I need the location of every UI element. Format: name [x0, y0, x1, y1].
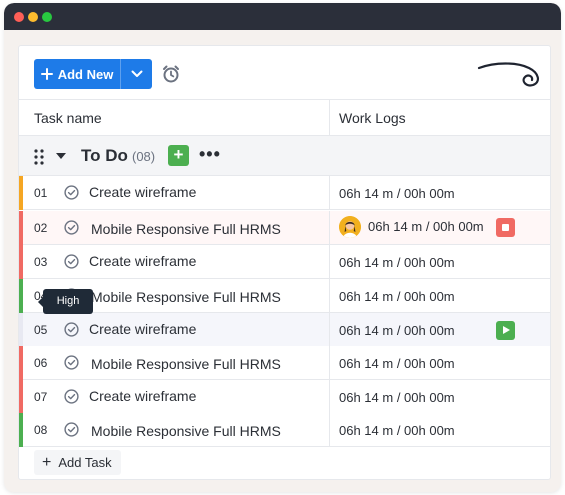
- minimize-window-button[interactable]: [28, 12, 38, 22]
- priority-indicator[interactable]: [19, 413, 23, 447]
- work-log-value: 06h 14 m / 00h 00m: [339, 390, 455, 405]
- swirl-logo: [477, 62, 539, 87]
- maximize-window-button[interactable]: [42, 12, 52, 22]
- priority-indicator[interactable]: [19, 346, 23, 380]
- work-log-value: 06h 14 m / 00h 00m: [368, 219, 484, 234]
- add-new-dropdown-button[interactable]: [121, 59, 152, 89]
- chevron-down-icon: [131, 70, 142, 77]
- collapse-caret-icon[interactable]: [56, 153, 66, 159]
- add-new-split-button: Add New: [34, 59, 152, 89]
- task-row[interactable]: 03 Create wireframe 06h 14 m / 00h 00m: [19, 245, 550, 279]
- column-divider: [329, 176, 330, 210]
- plus-icon: [40, 68, 53, 80]
- drag-handle-icon[interactable]: [34, 149, 44, 165]
- task-name[interactable]: Create wireframe: [89, 388, 196, 404]
- check-circle-icon[interactable]: [64, 422, 79, 437]
- task-row[interactable]: 07 Create wireframe 06h 14 m / 00h 00m: [19, 380, 550, 414]
- column-divider[interactable]: [329, 99, 330, 136]
- check-circle-icon[interactable]: [64, 322, 79, 337]
- task-name[interactable]: Create wireframe: [89, 253, 196, 269]
- task-name[interactable]: Mobile Responsive Full HRMS: [91, 289, 281, 305]
- column-divider: [329, 245, 330, 279]
- column-divider: [329, 279, 330, 313]
- column-divider: [329, 346, 330, 380]
- assignee-avatar[interactable]: [339, 216, 361, 238]
- task-panel: Add New Task name Work Logs To Do (08) +…: [18, 45, 551, 480]
- task-number: 06: [34, 356, 48, 370]
- group-more-options-button[interactable]: •••: [199, 144, 221, 165]
- task-number: 08: [34, 423, 48, 437]
- add-new-button[interactable]: Add New: [34, 59, 120, 89]
- table-header: Task name Work Logs: [19, 99, 550, 136]
- task-row[interactable]: 01 Create wireframe 06h 14 m / 00h 00m: [19, 176, 550, 210]
- task-row[interactable]: 08 Mobile Responsive Full HRMS 06h 14 m / …: [19, 413, 550, 447]
- add-task-label: Add Task: [58, 455, 112, 470]
- priority-tooltip: High: [38, 289, 93, 314]
- group-count: (08): [132, 149, 156, 164]
- group-header-to-do: To Do (08) + •••: [19, 136, 550, 176]
- task-number: 02: [34, 221, 48, 235]
- work-log-value: 06h 14 m / 00h 00m: [339, 323, 455, 338]
- column-header-work-logs[interactable]: Work Logs: [339, 100, 406, 136]
- task-name[interactable]: Create wireframe: [89, 321, 196, 337]
- work-log-value: 06h 14 m / 00h 00m: [339, 423, 455, 438]
- task-row[interactable]: 02 Mobile Responsive Full HRMS 06h 14 m / …: [19, 211, 550, 245]
- priority-indicator[interactable]: [19, 211, 23, 245]
- task-row[interactable]: 05 Create wireframe 06h 14 m / 00h 00m: [19, 313, 550, 347]
- close-window-button[interactable]: [14, 12, 24, 22]
- priority-indicator[interactable]: [19, 313, 23, 347]
- task-number: 07: [34, 390, 48, 404]
- task-name[interactable]: Create wireframe: [89, 184, 196, 200]
- priority-indicator[interactable]: [19, 245, 23, 279]
- stop-timer-button[interactable]: [496, 218, 515, 237]
- task-name[interactable]: Mobile Responsive Full HRMS: [91, 221, 281, 237]
- work-log-value: 06h 14 m / 00h 00m: [339, 186, 455, 201]
- app-window: Add New Task name Work Logs To Do (08) +…: [4, 3, 561, 492]
- alarm-clock-icon[interactable]: [161, 64, 181, 84]
- task-number: 03: [34, 255, 48, 269]
- check-circle-icon[interactable]: [64, 254, 79, 269]
- task-row[interactable]: 04 Mobile Responsive Full HRMS 06h 14 m / …: [19, 279, 550, 313]
- task-name[interactable]: Mobile Responsive Full HRMS: [91, 356, 281, 372]
- check-circle-icon[interactable]: [64, 220, 79, 235]
- check-circle-icon[interactable]: [64, 389, 79, 404]
- column-divider: [329, 413, 330, 447]
- add-new-label: Add New: [57, 66, 114, 82]
- group-add-task-button[interactable]: +: [168, 145, 189, 166]
- check-circle-icon[interactable]: [64, 185, 79, 200]
- task-number: 05: [34, 323, 48, 337]
- task-number: 01: [34, 186, 48, 200]
- add-task-button[interactable]: + Add Task: [34, 450, 121, 475]
- column-divider: [329, 313, 330, 347]
- priority-indicator[interactable]: [19, 380, 23, 414]
- plus-icon: +: [42, 453, 52, 471]
- column-divider: [329, 211, 330, 245]
- task-row[interactable]: 06 Mobile Responsive Full HRMS 06h 14 m / …: [19, 346, 550, 380]
- start-timer-button[interactable]: [496, 321, 515, 340]
- group-title: To Do: [81, 146, 128, 165]
- title-bar: [4, 3, 561, 30]
- column-divider: [329, 380, 330, 414]
- check-circle-icon[interactable]: [64, 355, 79, 370]
- column-header-task-name[interactable]: Task name: [34, 100, 102, 136]
- priority-indicator[interactable]: [19, 279, 23, 313]
- work-log-value: 06h 14 m / 00h 00m: [339, 255, 455, 270]
- task-name[interactable]: Mobile Responsive Full HRMS: [91, 423, 281, 439]
- work-log-value: 06h 14 m / 00h 00m: [339, 289, 455, 304]
- priority-indicator[interactable]: [19, 176, 23, 210]
- work-log-value: 06h 14 m / 00h 00m: [339, 356, 455, 371]
